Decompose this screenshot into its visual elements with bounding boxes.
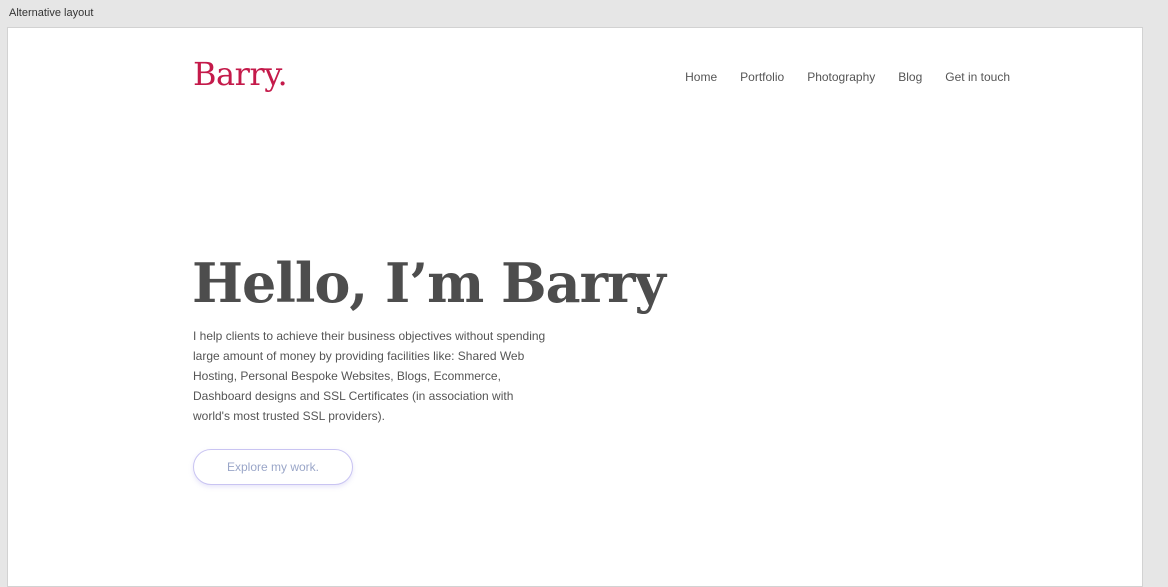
explore-work-button[interactable]: Explore my work.: [193, 449, 353, 485]
main-nav: Home Portfolio Photography Blog Get in t…: [685, 70, 1010, 84]
hero-description: I help clients to achieve their business…: [193, 329, 546, 423]
nav-item-get-in-touch[interactable]: Get in touch: [945, 70, 1010, 84]
nav-item-blog[interactable]: Blog: [898, 70, 922, 84]
artboard: Barry. Home Portfolio Photography Blog G…: [7, 27, 1143, 587]
artboard-label: Alternative layout: [9, 7, 94, 19]
site-logo[interactable]: Barry.: [193, 58, 288, 90]
hero-title: Hello, I’m Barry: [192, 251, 666, 315]
nav-item-portfolio[interactable]: Portfolio: [740, 70, 784, 84]
nav-item-home[interactable]: Home: [685, 70, 717, 84]
nav-item-photography[interactable]: Photography: [807, 70, 875, 84]
